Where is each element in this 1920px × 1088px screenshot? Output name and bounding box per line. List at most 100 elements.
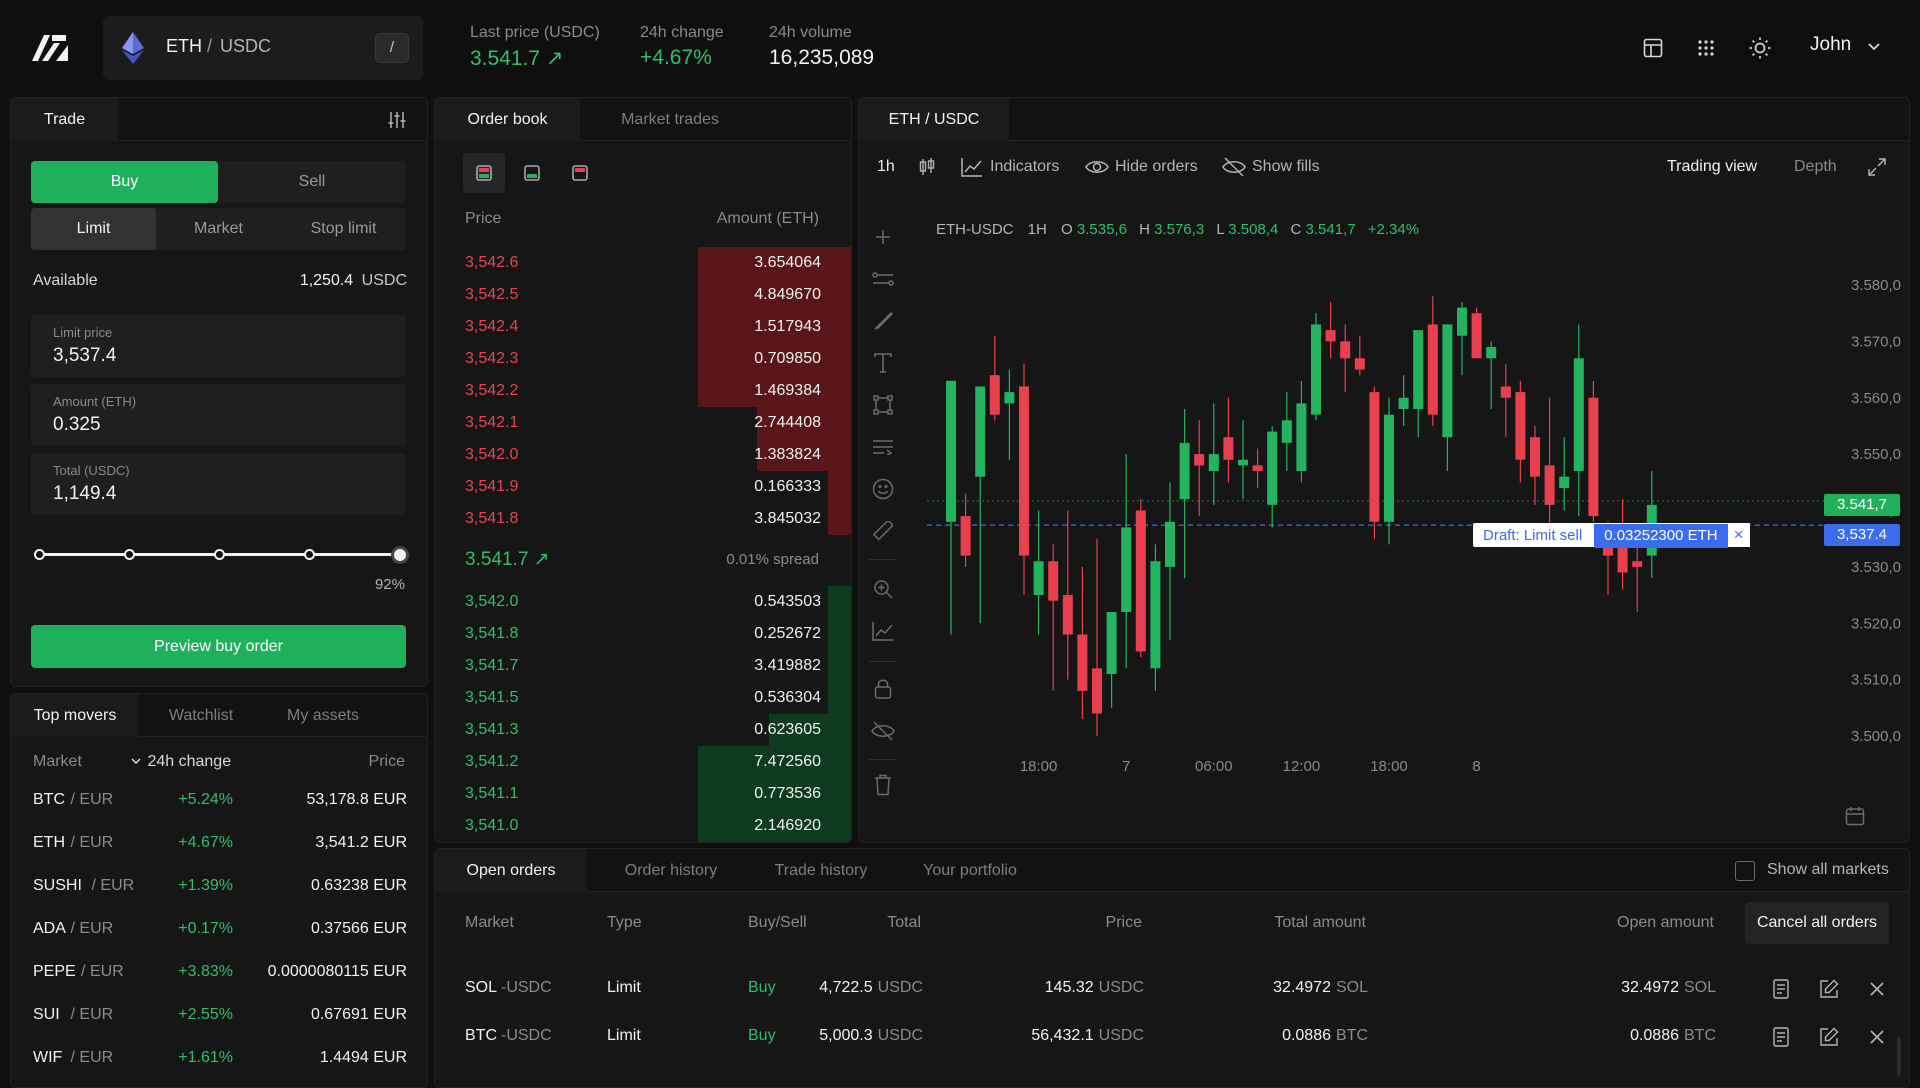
candle-body[interactable] — [1369, 392, 1380, 522]
ask-row[interactable]: 3,542.1 2.744408 — [435, 407, 851, 439]
candle-body[interactable] — [1019, 386, 1029, 556]
candle-body[interactable] — [1325, 330, 1336, 342]
tab-market-trades[interactable]: Market trades — [590, 98, 750, 141]
expand-icon[interactable] — [1865, 155, 1889, 179]
tab-top-movers[interactable]: Top movers — [11, 694, 139, 737]
bid-row[interactable]: 3,542.0 0.543503 — [435, 586, 851, 618]
search-shortcut-key[interactable]: / — [375, 33, 409, 63]
candle-body[interactable] — [1077, 634, 1088, 691]
candle-body[interactable] — [960, 516, 971, 556]
mover-row[interactable]: ETH / EUR +4.67% 3,541.2 EUR — [11, 822, 427, 865]
candle-body[interactable] — [1384, 414, 1394, 522]
mover-row[interactable]: PEPE / EUR +3.83% 0.0000080115 EUR — [11, 951, 427, 994]
candle-body[interactable] — [1573, 358, 1584, 472]
preview-buy-button[interactable]: Preview buy order — [31, 625, 406, 668]
candle-body[interactable] — [1194, 454, 1205, 466]
candle-body[interactable] — [1486, 347, 1497, 359]
trash-icon[interactable] — [871, 773, 895, 797]
trading-view-tab[interactable]: Trading view — [1667, 158, 1757, 176]
candle-body[interactable] — [989, 375, 1000, 415]
candle-body[interactable] — [1632, 561, 1643, 567]
cancel-all-orders-button[interactable]: Cancel all orders — [1745, 902, 1889, 944]
candle-body[interactable] — [1515, 392, 1526, 460]
candle-body[interactable] — [1252, 465, 1263, 472]
order-type-limit[interactable]: Limit — [31, 208, 156, 250]
candle-body[interactable] — [1500, 386, 1511, 398]
candle-body[interactable] — [1427, 324, 1438, 415]
candle-body[interactable] — [1223, 437, 1234, 460]
lock-icon[interactable] — [871, 677, 895, 701]
candle-body[interactable] — [1413, 330, 1424, 410]
mover-row[interactable]: SUSHI / EUR +1.39% 0.63238 EUR — [11, 865, 427, 908]
tab-eth-usdc-chart[interactable]: ETH / USDC — [859, 98, 1009, 141]
candle-body[interactable] — [1559, 476, 1570, 488]
tab-trade-history[interactable]: Trade history — [755, 849, 887, 892]
candle-body[interactable] — [1296, 403, 1307, 472]
open-order-row[interactable]: SOL -USDC Limit Buy 4,722.5 USDC 145.32 USDC 32.… — [435, 969, 1909, 1009]
candle-body[interactable] — [1048, 561, 1059, 601]
candle-body[interactable] — [1471, 313, 1482, 359]
ask-row[interactable]: 3,541.9 0.166333 — [435, 471, 851, 503]
close-icon[interactable] — [1865, 977, 1889, 1001]
bid-row[interactable]: 3,541.0 2.146920 — [435, 810, 851, 842]
sliders-icon[interactable] — [385, 108, 409, 132]
ask-row[interactable]: 3,542.4 1.517943 — [435, 311, 851, 343]
close-icon[interactable] — [1865, 1025, 1889, 1049]
limit-price-field[interactable]: Limit price 3,537.4 — [31, 315, 406, 377]
view-bids-button[interactable] — [511, 153, 553, 193]
orders-scrollbar[interactable] — [1897, 1037, 1901, 1077]
tab-trade[interactable]: Trade — [11, 98, 118, 141]
bid-row[interactable]: 3,541.8 0.252672 — [435, 618, 851, 650]
candle-body[interactable] — [1588, 397, 1599, 517]
brush-icon[interactable] — [871, 309, 895, 333]
ask-row[interactable]: 3,542.6 3.654064 — [435, 247, 851, 279]
edit-icon[interactable] — [1817, 977, 1841, 1001]
ask-row[interactable]: 3,541.8 3.845032 — [435, 503, 851, 535]
bid-row[interactable]: 3,541.2 7.472560 — [435, 746, 851, 778]
zoom-icon[interactable] — [871, 577, 895, 601]
amount-slider[interactable] — [33, 545, 409, 565]
candle-body[interactable] — [1135, 510, 1146, 652]
candle-body[interactable] — [1457, 307, 1467, 336]
buy-toggle-button[interactable]: Buy — [31, 161, 218, 203]
bid-row[interactable]: 3,541.1 0.773536 — [435, 778, 851, 810]
candle-body[interactable] — [946, 380, 956, 522]
ask-row[interactable]: 3,542.2 1.469384 — [435, 375, 851, 407]
candle-body[interactable] — [1121, 527, 1132, 612]
mover-row[interactable]: ADA / EUR +0.17% 0.37566 EUR — [11, 908, 427, 951]
show-all-markets-checkbox[interactable] — [1735, 861, 1755, 881]
view-both-button[interactable] — [463, 153, 505, 193]
candle-body[interactable] — [975, 386, 986, 477]
sort-24h-change[interactable]: 24h change — [131, 753, 231, 771]
mover-row[interactable]: WIF / EUR +1.61% 1.4494 EUR — [11, 1037, 427, 1080]
sun-icon[interactable] — [1746, 35, 1774, 61]
trendline-icon[interactable] — [871, 267, 895, 291]
candle-body[interactable] — [1354, 358, 1365, 370]
candle-body[interactable] — [1281, 420, 1292, 443]
emoji-icon[interactable] — [871, 477, 895, 501]
order-type-market[interactable]: Market — [156, 208, 281, 250]
grid-icon[interactable] — [1693, 36, 1719, 60]
tab-order-book[interactable]: Order book — [435, 98, 580, 141]
layout-icon[interactable] — [1640, 36, 1666, 60]
candle-body[interactable] — [1033, 561, 1044, 596]
open-order-row[interactable]: BTC -USDC Limit Buy 5,000.3 USDC 56,432.1 USDC 0… — [435, 1017, 1909, 1057]
candle-body[interactable] — [1238, 459, 1248, 466]
candle-body[interactable] — [1092, 668, 1102, 714]
fib-icon[interactable] — [871, 435, 895, 459]
ruler-icon[interactable] — [871, 519, 895, 543]
candle-body[interactable] — [1179, 442, 1190, 500]
mover-row[interactable]: BTC / EUR +5.24% 53,178.8 EUR — [11, 779, 427, 822]
hide-icon[interactable] — [871, 719, 895, 743]
view-asks-button[interactable] — [559, 153, 601, 193]
ask-row[interactable]: 3,542.0 1.383824 — [435, 439, 851, 471]
candle-body[interactable] — [1530, 437, 1540, 477]
interval-button[interactable]: 1h — [877, 158, 895, 176]
bid-row[interactable]: 3,541.3 0.623605 — [435, 714, 851, 746]
ask-row[interactable]: 3,542.3 0.709850 — [435, 343, 851, 375]
note-icon[interactable] — [1769, 1025, 1793, 1049]
draft-close-icon[interactable]: × — [1727, 523, 1750, 547]
shapes-icon[interactable] — [871, 393, 895, 417]
amount-field[interactable]: Amount (ETH) 0.325 — [31, 384, 406, 446]
price-chart[interactable]: 3.580,03.570,03.560,03.550,03.540,03.530… — [907, 218, 1910, 838]
